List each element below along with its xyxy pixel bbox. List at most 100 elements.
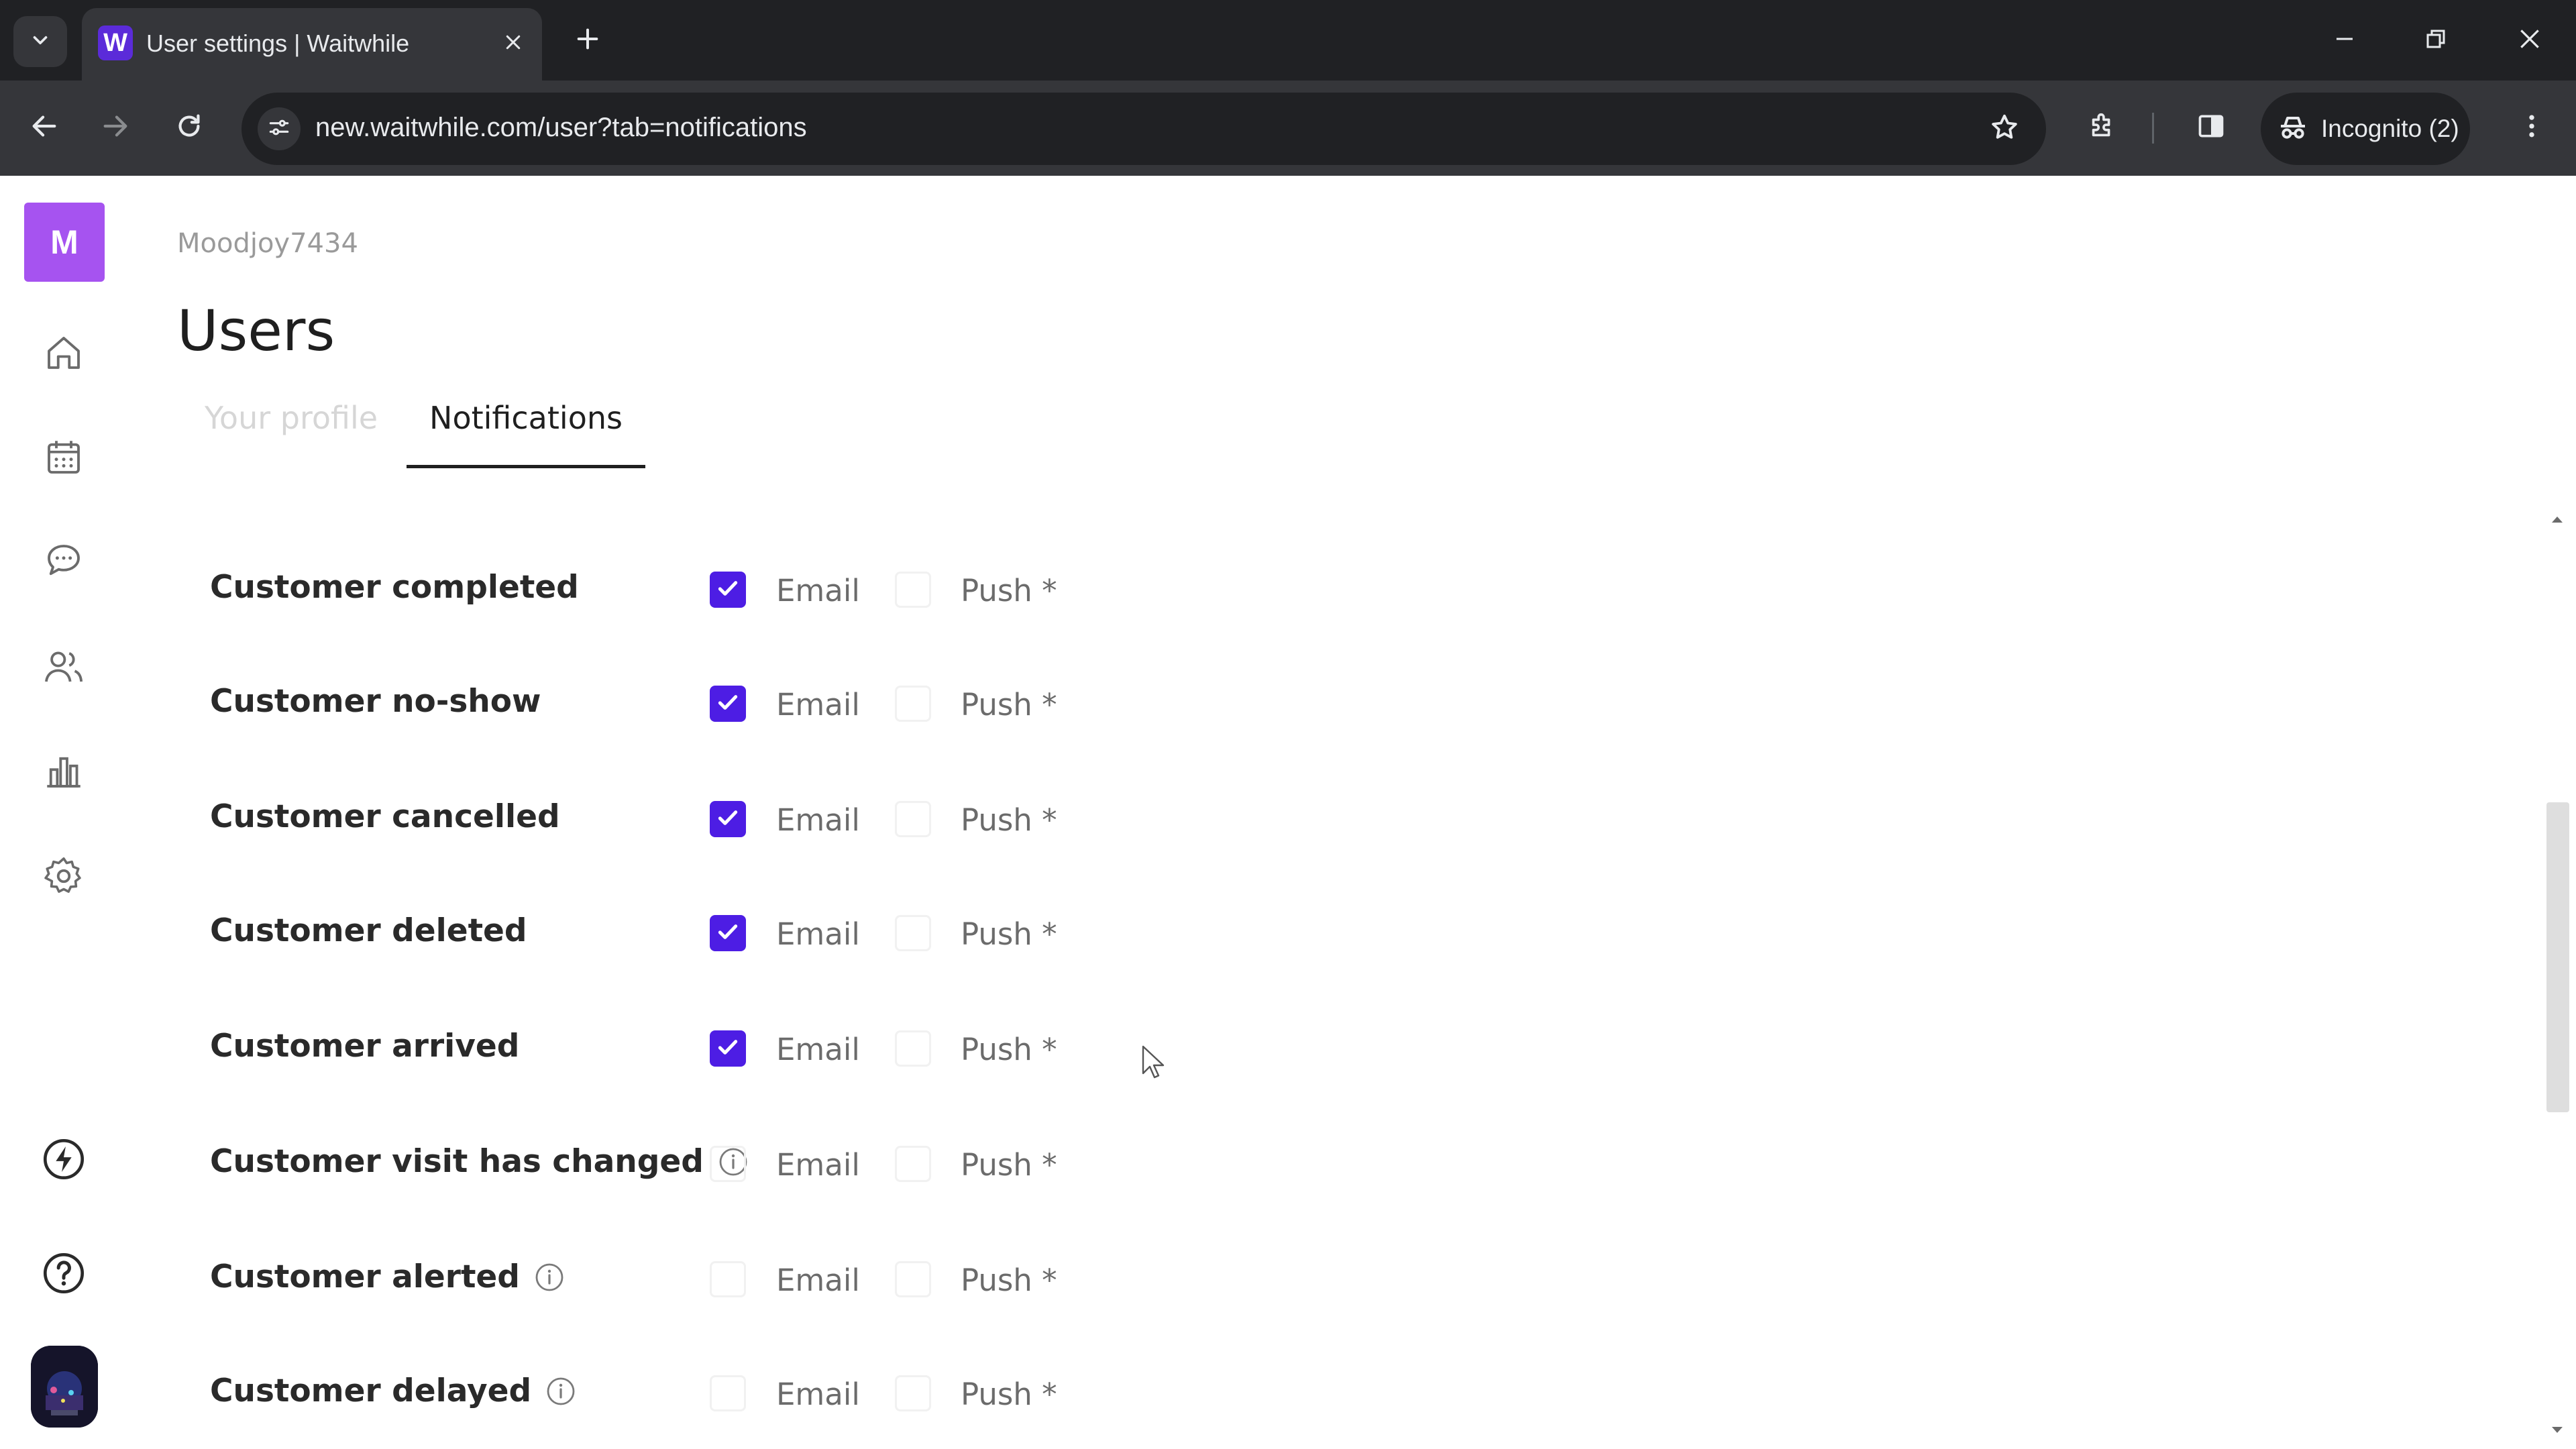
scroll-up-arrow[interactable] <box>2549 511 2565 527</box>
scroll-down-arrow[interactable] <box>2549 1422 2565 1438</box>
waitwhile-favicon-icon: W <box>98 25 133 60</box>
email-option-label: Email <box>776 1147 860 1183</box>
account-breadcrumb[interactable]: Moodjoy7434 <box>177 228 358 259</box>
address-bar[interactable]: new.waitwhile.com/user?tab=notifications <box>241 93 2046 165</box>
checkmark-icon <box>714 1034 741 1064</box>
email-option-label: Email <box>776 916 860 952</box>
checkmark-icon <box>714 918 741 949</box>
page-title: Users <box>177 298 335 364</box>
push-option-label: Push * <box>961 802 1057 838</box>
notification-row: Customer alerted Email Push * <box>0 1245 1140 1312</box>
browser-tab-active[interactable]: W User settings | Waitwhile <box>82 8 542 80</box>
push-option-label: Push * <box>961 916 1057 952</box>
notification-label: Customer arrived <box>210 1028 520 1065</box>
side-panel-button[interactable] <box>2184 101 2238 154</box>
push-option-label: Push * <box>961 1263 1057 1298</box>
push-checkbox[interactable] <box>895 915 931 951</box>
notification-label: Customer no-show <box>210 683 541 720</box>
back-button[interactable] <box>17 101 71 154</box>
notification-label: Customer alerted <box>210 1258 566 1295</box>
minimize-icon <box>2332 27 2357 54</box>
email-checkbox[interactable] <box>710 1261 746 1297</box>
incognito-profile-button[interactable]: Incognito (2) <box>2261 93 2470 165</box>
url-text: new.waitwhile.com/user?tab=notifications <box>315 113 807 142</box>
email-option-label: Email <box>776 1032 860 1067</box>
toolbar-divider <box>2152 113 2154 144</box>
push-checkbox[interactable] <box>895 1030 931 1067</box>
email-checkbox[interactable] <box>710 1146 746 1182</box>
mouse-cursor-icon <box>1140 1044 1167 1081</box>
extensions-icon <box>2087 111 2118 145</box>
nav-calendar[interactable] <box>37 432 91 486</box>
info-icon[interactable] <box>545 1375 577 1407</box>
new-tab-button[interactable] <box>568 20 608 60</box>
notification-label: Customer cancelled <box>210 798 560 835</box>
close-window-icon <box>2517 26 2542 55</box>
email-checkbox[interactable] <box>710 1375 746 1411</box>
checkmark-icon <box>714 575 741 605</box>
push-checkbox[interactable] <box>895 686 931 722</box>
incognito-label: Incognito (2) <box>2321 115 2459 142</box>
reload-button[interactable] <box>162 101 216 154</box>
push-checkbox[interactable] <box>895 572 931 608</box>
email-checkbox[interactable] <box>710 686 746 722</box>
checkmark-icon <box>714 804 741 835</box>
browser-tabstrip: W User settings | Waitwhile <box>0 0 2576 80</box>
tab-notifications[interactable]: Notifications <box>407 389 645 468</box>
nav-home[interactable] <box>37 327 91 381</box>
notification-row: Customer delayed Email Push * <box>0 1359 1140 1426</box>
notification-row: Customer cancelled Email Push * <box>0 785 1140 852</box>
email-option-label: Email <box>776 1263 860 1298</box>
gear-icon <box>42 854 86 902</box>
notification-label: Customer completed <box>210 569 579 606</box>
email-checkbox[interactable] <box>710 915 746 951</box>
push-checkbox[interactable] <box>895 1375 931 1411</box>
email-checkbox[interactable] <box>710 572 746 608</box>
site-info-button[interactable] <box>258 107 301 150</box>
scrollbar-thumb[interactable] <box>2546 802 2569 1112</box>
push-option-label: Push * <box>961 1377 1057 1412</box>
push-option-label: Push * <box>961 1032 1057 1067</box>
side-panel-icon <box>2196 111 2226 144</box>
email-checkbox[interactable] <box>710 1030 746 1067</box>
notification-label: Customer deleted <box>210 912 527 949</box>
plus-icon <box>574 25 601 56</box>
checkmark-icon <box>714 689 741 719</box>
push-checkbox[interactable] <box>895 1261 931 1297</box>
nav-settings[interactable] <box>37 851 91 904</box>
reload-icon <box>174 111 205 145</box>
notification-label: Customer visit has changed <box>210 1143 749 1180</box>
incognito-icon <box>2277 111 2309 147</box>
push-option-label: Push * <box>961 573 1057 608</box>
minimize-button[interactable] <box>2308 12 2381 68</box>
extensions-button[interactable] <box>2076 101 2129 154</box>
calendar-icon <box>42 435 86 483</box>
email-option-label: Email <box>776 687 860 722</box>
forward-button[interactable] <box>89 101 142 154</box>
restore-icon <box>2424 27 2448 54</box>
close-icon <box>503 32 523 56</box>
bookmark-button[interactable] <box>1984 109 2025 149</box>
tab-title: User settings | Waitwhile <box>146 30 410 57</box>
tab-your-profile[interactable]: Your profile <box>177 389 405 468</box>
tab-search-button[interactable] <box>13 16 67 67</box>
back-arrow-icon <box>29 111 60 145</box>
email-option-label: Email <box>776 1377 860 1412</box>
notification-row: Customer deleted Email Push * <box>0 899 1140 966</box>
location-logo-button[interactable]: M <box>24 203 105 282</box>
notification-row: Customer visit has changed Email Push * <box>0 1130 1140 1197</box>
tab-close-button[interactable] <box>496 27 530 60</box>
push-checkbox[interactable] <box>895 1146 931 1182</box>
info-icon[interactable] <box>533 1261 566 1293</box>
browser-menu-button[interactable] <box>2505 101 2559 154</box>
chevron-down-icon <box>29 29 52 55</box>
notification-row: Customer completed Email Push * <box>0 555 1140 623</box>
push-checkbox[interactable] <box>895 801 931 837</box>
email-checkbox[interactable] <box>710 801 746 837</box>
close-window-button[interactable] <box>2493 12 2567 68</box>
push-option-label: Push * <box>961 687 1057 722</box>
tune-icon <box>266 115 292 144</box>
restore-button[interactable] <box>2399 12 2473 68</box>
browser-toolbar: new.waitwhile.com/user?tab=notifications… <box>0 80 2576 176</box>
email-option-label: Email <box>776 573 860 608</box>
